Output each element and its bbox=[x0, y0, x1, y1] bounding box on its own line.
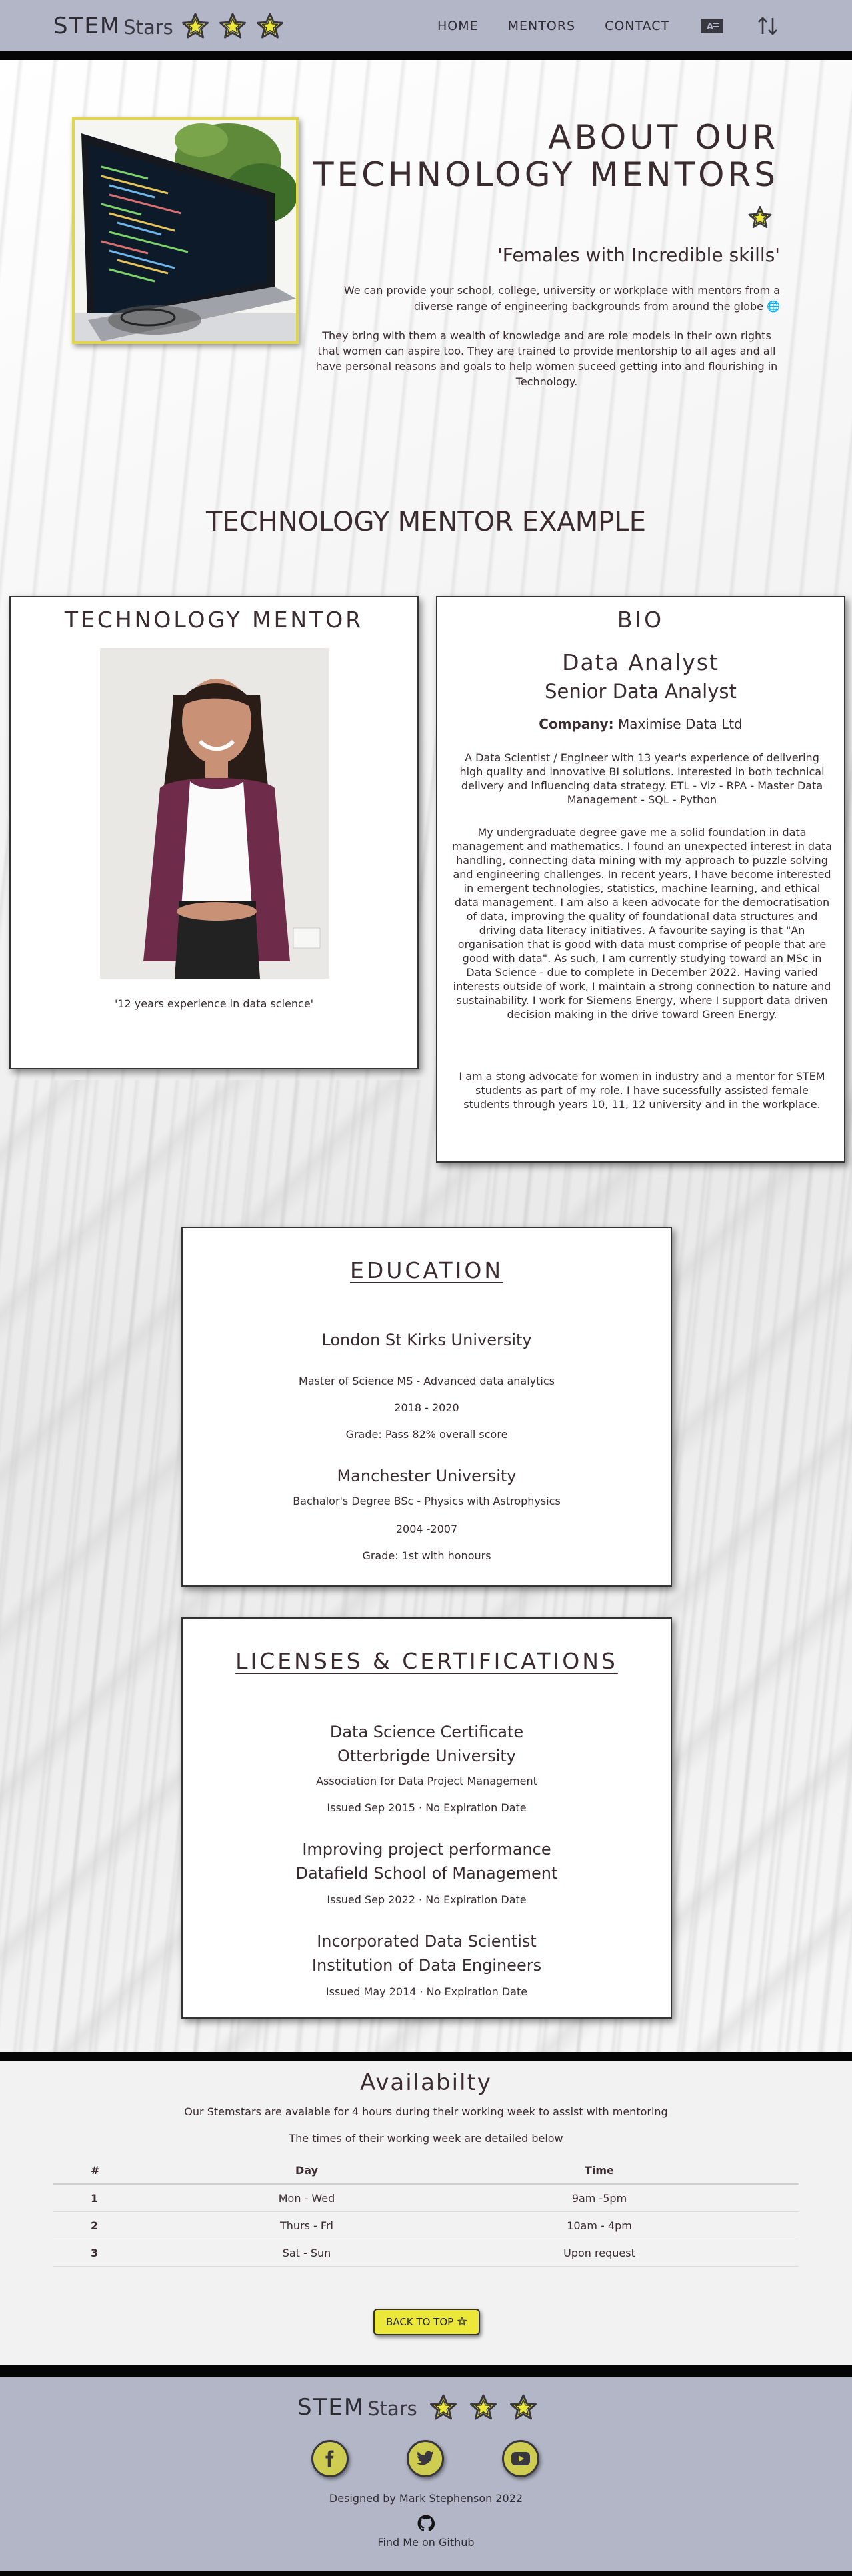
github-icon[interactable] bbox=[417, 2515, 435, 2532]
laptop-code-image bbox=[72, 117, 299, 344]
table-cell-time: 10am - 4pm bbox=[567, 2219, 632, 2232]
license-name: Data Science Certificate bbox=[329, 1723, 524, 1741]
about-title: ABOUT OUR TECHNOLOGY MENTORS bbox=[307, 119, 779, 193]
footer-brand-main: STEM bbox=[297, 2394, 365, 2421]
education-years: 2018 - 2020 bbox=[394, 1401, 459, 1414]
bio-company: Company: Maximise Data Ltd bbox=[437, 716, 844, 732]
table-cell-time: Upon request bbox=[563, 2246, 635, 2259]
license-issuer: Otterbrigde University bbox=[337, 1747, 517, 1765]
star-icon bbox=[469, 2394, 497, 2420]
footer-divider bbox=[0, 2365, 852, 2377]
availability-subtext: The times of their working week are deta… bbox=[289, 2132, 563, 2145]
brand-main-text: STEM bbox=[53, 13, 121, 39]
table-cell-number: 2 bbox=[91, 2219, 99, 2232]
about-title-line2: TECHNOLOGY MENTORS bbox=[313, 155, 779, 194]
availability-text: Our Stemstars are avaiable for 4 hours d… bbox=[184, 2105, 668, 2118]
bio-paragraph-1: A Data Scientist / Engineer with 13 year… bbox=[459, 751, 825, 806]
bio-role-subtitle: Senior Data Analyst bbox=[545, 680, 737, 703]
education-degree: Master of Science MS - Advanced data ana… bbox=[298, 1375, 555, 1387]
hero-intro-text: We can provide your school, college, uni… bbox=[343, 284, 780, 313]
table-cell-day: Thurs - Fri bbox=[280, 2219, 333, 2232]
nav-links: HOME MENTORS CONTACT A bbox=[437, 16, 811, 36]
footer-bottom-bar bbox=[0, 2571, 852, 2576]
bio-paragraph-3: I am a stong advocate for women in indus… bbox=[459, 1070, 825, 1111]
license-issuer: Institution of Data Engineers bbox=[311, 1956, 542, 1975]
twitter-icon[interactable] bbox=[407, 2440, 444, 2477]
sort-arrows-icon[interactable] bbox=[755, 16, 781, 36]
education-school: Manchester University bbox=[337, 1467, 517, 1485]
education-heading: EDUCATION bbox=[349, 1257, 504, 1283]
footer-brand-sub: Stars bbox=[367, 2397, 417, 2420]
license-issuer: Datafield School of Management bbox=[295, 1864, 558, 1883]
education-degree: Bachalor's Degree BSc - Physics with Ast… bbox=[293, 1495, 561, 1507]
language-card-icon[interactable]: A bbox=[699, 16, 725, 36]
brand-logo[interactable]: STEM Stars bbox=[53, 11, 285, 41]
nav-link-mentors[interactable]: MENTORS bbox=[508, 19, 575, 33]
star-icon bbox=[429, 2394, 457, 2420]
star-icon bbox=[181, 13, 209, 39]
bio-card: BIO Data Analyst Senior Data Analyst Com… bbox=[436, 596, 845, 1163]
license-issued: Issued May 2014 · No Expiration Date bbox=[325, 1985, 528, 1998]
table-header-day: Day bbox=[295, 2164, 318, 2177]
availability-table: # Day Time 1 Mon - Wed 9am -5pm 2 Thurs … bbox=[53, 2157, 799, 2267]
bio-heading: BIO bbox=[617, 607, 665, 633]
education-card: EDUCATION London St Kirks University Mas… bbox=[181, 1227, 672, 1587]
mentor-photo bbox=[100, 648, 329, 979]
brand-sub-text: Stars bbox=[123, 16, 173, 39]
table-header-row: # Day Time bbox=[53, 2157, 799, 2185]
back-to-top-button[interactable]: BACK TO TOP bbox=[373, 2309, 480, 2335]
license-organisation: Association for Data Project Management bbox=[316, 1775, 537, 1787]
table-row: 3 Sat - Sun Upon request bbox=[53, 2239, 799, 2267]
bio-company-label: Company: bbox=[539, 716, 614, 732]
education-years: 2004 -2007 bbox=[395, 1523, 458, 1535]
star-icon bbox=[256, 13, 283, 39]
footer-brand-logo: STEM Stars bbox=[297, 2392, 539, 2423]
bio-company-name: Maximise Data Ltd bbox=[617, 716, 743, 732]
back-to-top-label: BACK TO TOP bbox=[386, 2316, 454, 2328]
license-name: Improving project performance bbox=[302, 1840, 551, 1859]
mentor-caption: '12 years experience in data science' bbox=[114, 997, 314, 1010]
star-icon bbox=[509, 2394, 537, 2420]
licenses-heading: LICENSES & CERTIFICATIONS bbox=[235, 1648, 618, 1674]
education-school: London St Kirks University bbox=[321, 1331, 532, 1349]
table-cell-number: 1 bbox=[91, 2191, 99, 2205]
nav-link-home[interactable]: HOME bbox=[437, 19, 479, 33]
table-cell-day: Sat - Sun bbox=[282, 2246, 331, 2259]
footer: STEM Stars Designed by Mark Stephenson 2… bbox=[0, 2377, 852, 2571]
table-header-time: Time bbox=[585, 2164, 614, 2177]
license-issued: Issued Sep 2015 · No Expiration Date bbox=[327, 1801, 527, 1814]
table-cell-day: Mon - Wed bbox=[278, 2191, 335, 2205]
table-cell-time: 9am -5pm bbox=[571, 2191, 627, 2205]
bio-role-title: Data Analyst bbox=[562, 649, 719, 675]
about-title-line1: ABOUT OUR bbox=[548, 118, 779, 157]
availability-title: Availabilty bbox=[360, 2069, 492, 2096]
star-icon bbox=[748, 206, 772, 229]
footer-credit: Designed by Mark Stephenson 2022 bbox=[329, 2492, 523, 2505]
table-header-number: # bbox=[91, 2164, 100, 2177]
availability-divider bbox=[0, 2052, 852, 2061]
nav-divider bbox=[0, 51, 852, 60]
hero-quote: 'Females with Incredible skills' bbox=[497, 244, 780, 266]
mentor-card-heading: TECHNOLOGY MENTOR bbox=[64, 607, 364, 633]
top-nav: STEM Stars HOME MENTORS CONTACT A bbox=[0, 0, 852, 51]
svg-text:A: A bbox=[707, 22, 713, 32]
star-icon bbox=[457, 2317, 467, 2326]
licenses-card: LICENSES & CERTIFICATIONS Data Science C… bbox=[181, 1617, 672, 2019]
nav-link-contact[interactable]: CONTACT bbox=[605, 19, 669, 33]
github-link[interactable]: Find Me on Github bbox=[0, 2536, 852, 2549]
education-grade: Grade: 1st with honours bbox=[362, 1549, 491, 1562]
youtube-icon[interactable] bbox=[502, 2440, 539, 2477]
star-icon bbox=[219, 13, 246, 39]
bio-paragraph-2: My undergraduate degree gave me a solid … bbox=[452, 826, 832, 1021]
license-name: Incorporated Data Scientist bbox=[317, 1932, 537, 1951]
table-cell-number: 3 bbox=[91, 2246, 99, 2259]
table-row: 1 Mon - Wed 9am -5pm bbox=[53, 2185, 799, 2212]
facebook-icon[interactable] bbox=[311, 2440, 349, 2477]
mentor-example-title: TECHNOLOGY MENTOR EXAMPLE bbox=[206, 507, 646, 537]
education-grade: Grade: Pass 82% overall score bbox=[345, 1428, 508, 1441]
mentor-card: TECHNOLOGY MENTOR '12 years experience i… bbox=[9, 596, 419, 1069]
table-row: 2 Thurs - Fri 10am - 4pm bbox=[53, 2212, 799, 2239]
hero-description-text: They bring with them a wealth of knowled… bbox=[315, 329, 778, 388]
license-issued: Issued Sep 2022 · No Expiration Date bbox=[327, 1893, 527, 1906]
